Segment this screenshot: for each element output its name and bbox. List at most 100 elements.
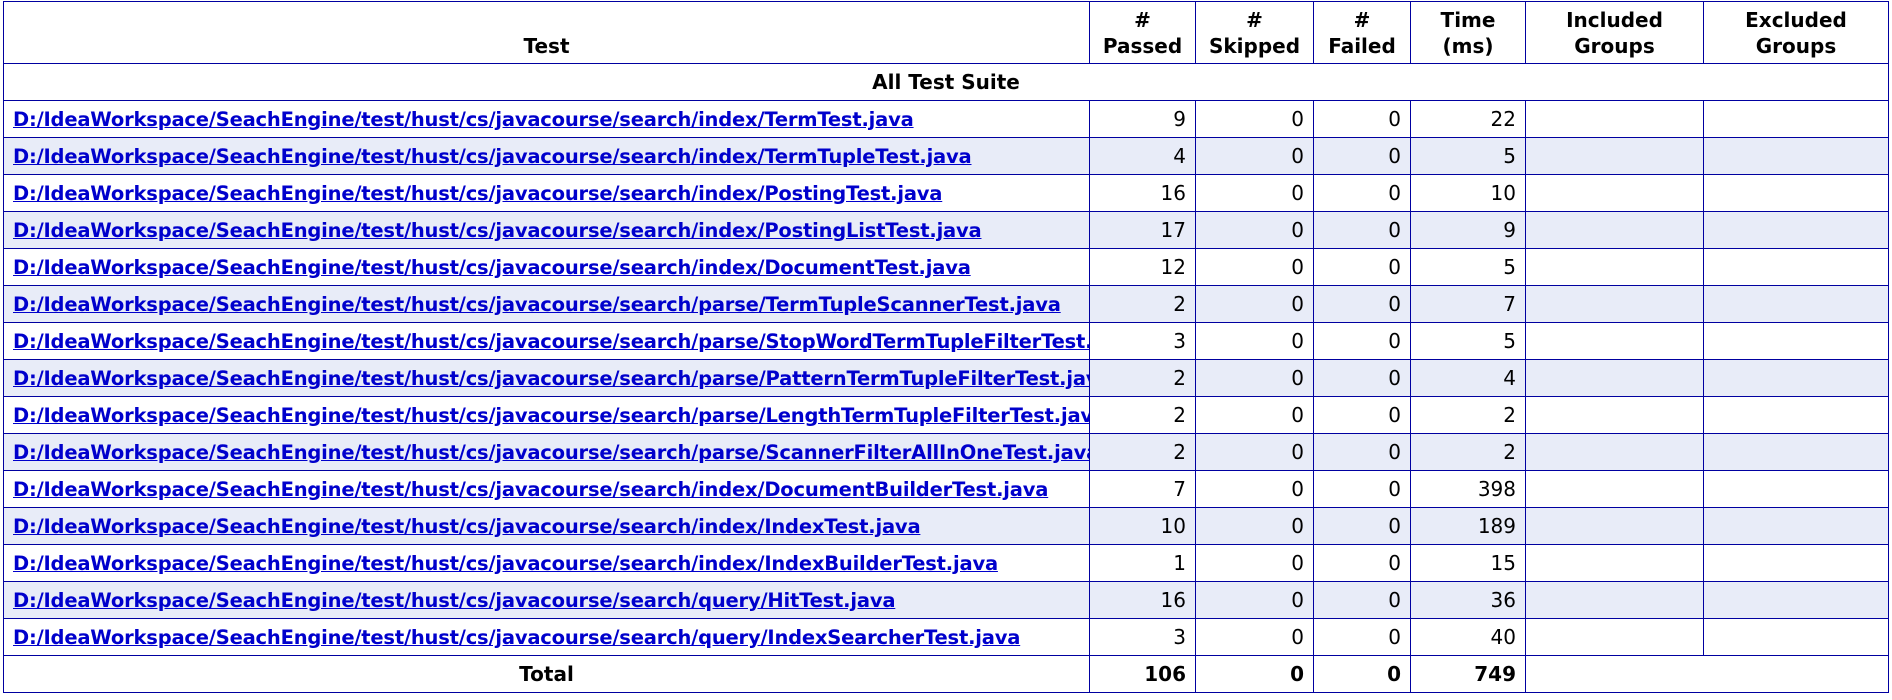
test-name-cell: D:/IdeaWorkspace/SeachEngine/test/hust/c… [3,174,1090,212]
test-file-link[interactable]: D:/IdeaWorkspace/SeachEngine/test/hust/c… [13,552,998,575]
passed-cell: 12 [1089,248,1196,286]
test-name-cell: D:/IdeaWorkspace/SeachEngine/test/hust/c… [3,211,1090,249]
test-file-link[interactable]: D:/IdeaWorkspace/SeachEngine/test/hust/c… [13,589,895,612]
failed-cell: 0 [1313,507,1411,545]
test-file-link[interactable]: D:/IdeaWorkspace/SeachEngine/test/hust/c… [13,478,1048,501]
included-groups-cell [1525,618,1704,656]
passed-cell: 16 [1089,581,1196,619]
test-file-link[interactable]: D:/IdeaWorkspace/SeachEngine/test/hust/c… [13,330,1089,353]
test-file-link[interactable]: D:/IdeaWorkspace/SeachEngine/test/hust/c… [13,293,1061,316]
skipped-cell: 0 [1195,581,1314,619]
header-passed: # Passed [1089,1,1196,64]
test-name-cell: D:/IdeaWorkspace/SeachEngine/test/hust/c… [3,359,1090,397]
test-name-cell: D:/IdeaWorkspace/SeachEngine/test/hust/c… [3,285,1090,323]
header-included-groups: Included Groups [1525,1,1704,64]
test-name-cell: D:/IdeaWorkspace/SeachEngine/test/hust/c… [3,581,1090,619]
header-row: Test # Passed # Skipped # Failed Time (m… [3,1,1889,64]
excluded-groups-cell [1703,618,1889,656]
included-groups-cell [1525,507,1704,545]
included-groups-cell [1525,211,1704,249]
time-cell: 398 [1410,470,1526,508]
test-file-link[interactable]: D:/IdeaWorkspace/SeachEngine/test/hust/c… [13,404,1089,427]
test-name-cell: D:/IdeaWorkspace/SeachEngine/test/hust/c… [3,618,1090,656]
excluded-groups-cell [1703,581,1889,619]
excluded-groups-cell [1703,322,1889,360]
failed-cell: 0 [1313,359,1411,397]
test-name-cell: D:/IdeaWorkspace/SeachEngine/test/hust/c… [3,137,1090,175]
total-passed: 106 [1089,655,1196,693]
failed-cell: 0 [1313,322,1411,360]
failed-cell: 0 [1313,100,1411,138]
time-cell: 2 [1410,396,1526,434]
skipped-cell: 0 [1195,544,1314,582]
included-groups-cell [1525,433,1704,471]
excluded-groups-cell [1703,211,1889,249]
excluded-groups-cell [1703,248,1889,286]
skipped-cell: 0 [1195,618,1314,656]
total-skipped: 0 [1195,655,1314,693]
test-file-link[interactable]: D:/IdeaWorkspace/SeachEngine/test/hust/c… [13,441,1089,464]
skipped-cell: 0 [1195,248,1314,286]
test-file-link[interactable]: D:/IdeaWorkspace/SeachEngine/test/hust/c… [13,626,1020,649]
passed-cell: 2 [1089,433,1196,471]
test-file-link[interactable]: D:/IdeaWorkspace/SeachEngine/test/hust/c… [13,367,1089,390]
excluded-groups-cell [1703,544,1889,582]
time-cell: 40 [1410,618,1526,656]
passed-cell: 3 [1089,618,1196,656]
failed-cell: 0 [1313,470,1411,508]
excluded-groups-cell [1703,396,1889,434]
excluded-groups-cell [1703,174,1889,212]
included-groups-cell [1525,359,1704,397]
header-failed: # Failed [1313,1,1411,64]
total-time: 749 [1410,655,1526,693]
excluded-groups-cell [1703,507,1889,545]
table-row: D:/IdeaWorkspace/SeachEngine/test/hust/c… [3,544,1889,582]
test-file-link[interactable]: D:/IdeaWorkspace/SeachEngine/test/hust/c… [13,515,921,538]
time-cell: 4 [1410,359,1526,397]
test-name-cell: D:/IdeaWorkspace/SeachEngine/test/hust/c… [3,396,1090,434]
table-row: D:/IdeaWorkspace/SeachEngine/test/hust/c… [3,285,1889,323]
passed-cell: 7 [1089,470,1196,508]
test-name-cell: D:/IdeaWorkspace/SeachEngine/test/hust/c… [3,470,1090,508]
included-groups-cell [1525,100,1704,138]
test-file-link[interactable]: D:/IdeaWorkspace/SeachEngine/test/hust/c… [13,145,972,168]
test-name-cell: D:/IdeaWorkspace/SeachEngine/test/hust/c… [3,322,1090,360]
time-cell: 5 [1410,248,1526,286]
passed-cell: 2 [1089,285,1196,323]
table-row: D:/IdeaWorkspace/SeachEngine/test/hust/c… [3,433,1889,471]
skipped-cell: 0 [1195,100,1314,138]
test-file-link[interactable]: D:/IdeaWorkspace/SeachEngine/test/hust/c… [13,256,971,279]
skipped-cell: 0 [1195,396,1314,434]
test-file-link[interactable]: D:/IdeaWorkspace/SeachEngine/test/hust/c… [13,219,982,242]
table-row: D:/IdeaWorkspace/SeachEngine/test/hust/c… [3,359,1889,397]
failed-cell: 0 [1313,137,1411,175]
passed-cell: 2 [1089,359,1196,397]
included-groups-cell [1525,248,1704,286]
time-cell: 2 [1410,433,1526,471]
table-row: D:/IdeaWorkspace/SeachEngine/test/hust/c… [3,137,1889,175]
total-label: Total [3,655,1090,693]
test-file-link[interactable]: D:/IdeaWorkspace/SeachEngine/test/hust/c… [13,182,942,205]
included-groups-cell [1525,285,1704,323]
excluded-groups-cell [1703,285,1889,323]
header-time: Time (ms) [1410,1,1526,64]
included-groups-cell [1525,396,1704,434]
skipped-cell: 0 [1195,507,1314,545]
excluded-groups-cell [1703,470,1889,508]
passed-cell: 17 [1089,211,1196,249]
failed-cell: 0 [1313,211,1411,249]
table-row: D:/IdeaWorkspace/SeachEngine/test/hust/c… [3,322,1889,360]
header-test: Test [3,1,1090,64]
test-file-link[interactable]: D:/IdeaWorkspace/SeachEngine/test/hust/c… [13,108,914,131]
included-groups-cell [1525,322,1704,360]
failed-cell: 0 [1313,285,1411,323]
passed-cell: 4 [1089,137,1196,175]
skipped-cell: 0 [1195,211,1314,249]
passed-cell: 9 [1089,100,1196,138]
excluded-groups-cell [1703,359,1889,397]
test-name-cell: D:/IdeaWorkspace/SeachEngine/test/hust/c… [3,248,1090,286]
table-row: D:/IdeaWorkspace/SeachEngine/test/hust/c… [3,100,1889,138]
skipped-cell: 0 [1195,470,1314,508]
time-cell: 9 [1410,211,1526,249]
suite-title: All Test Suite [3,63,1889,101]
